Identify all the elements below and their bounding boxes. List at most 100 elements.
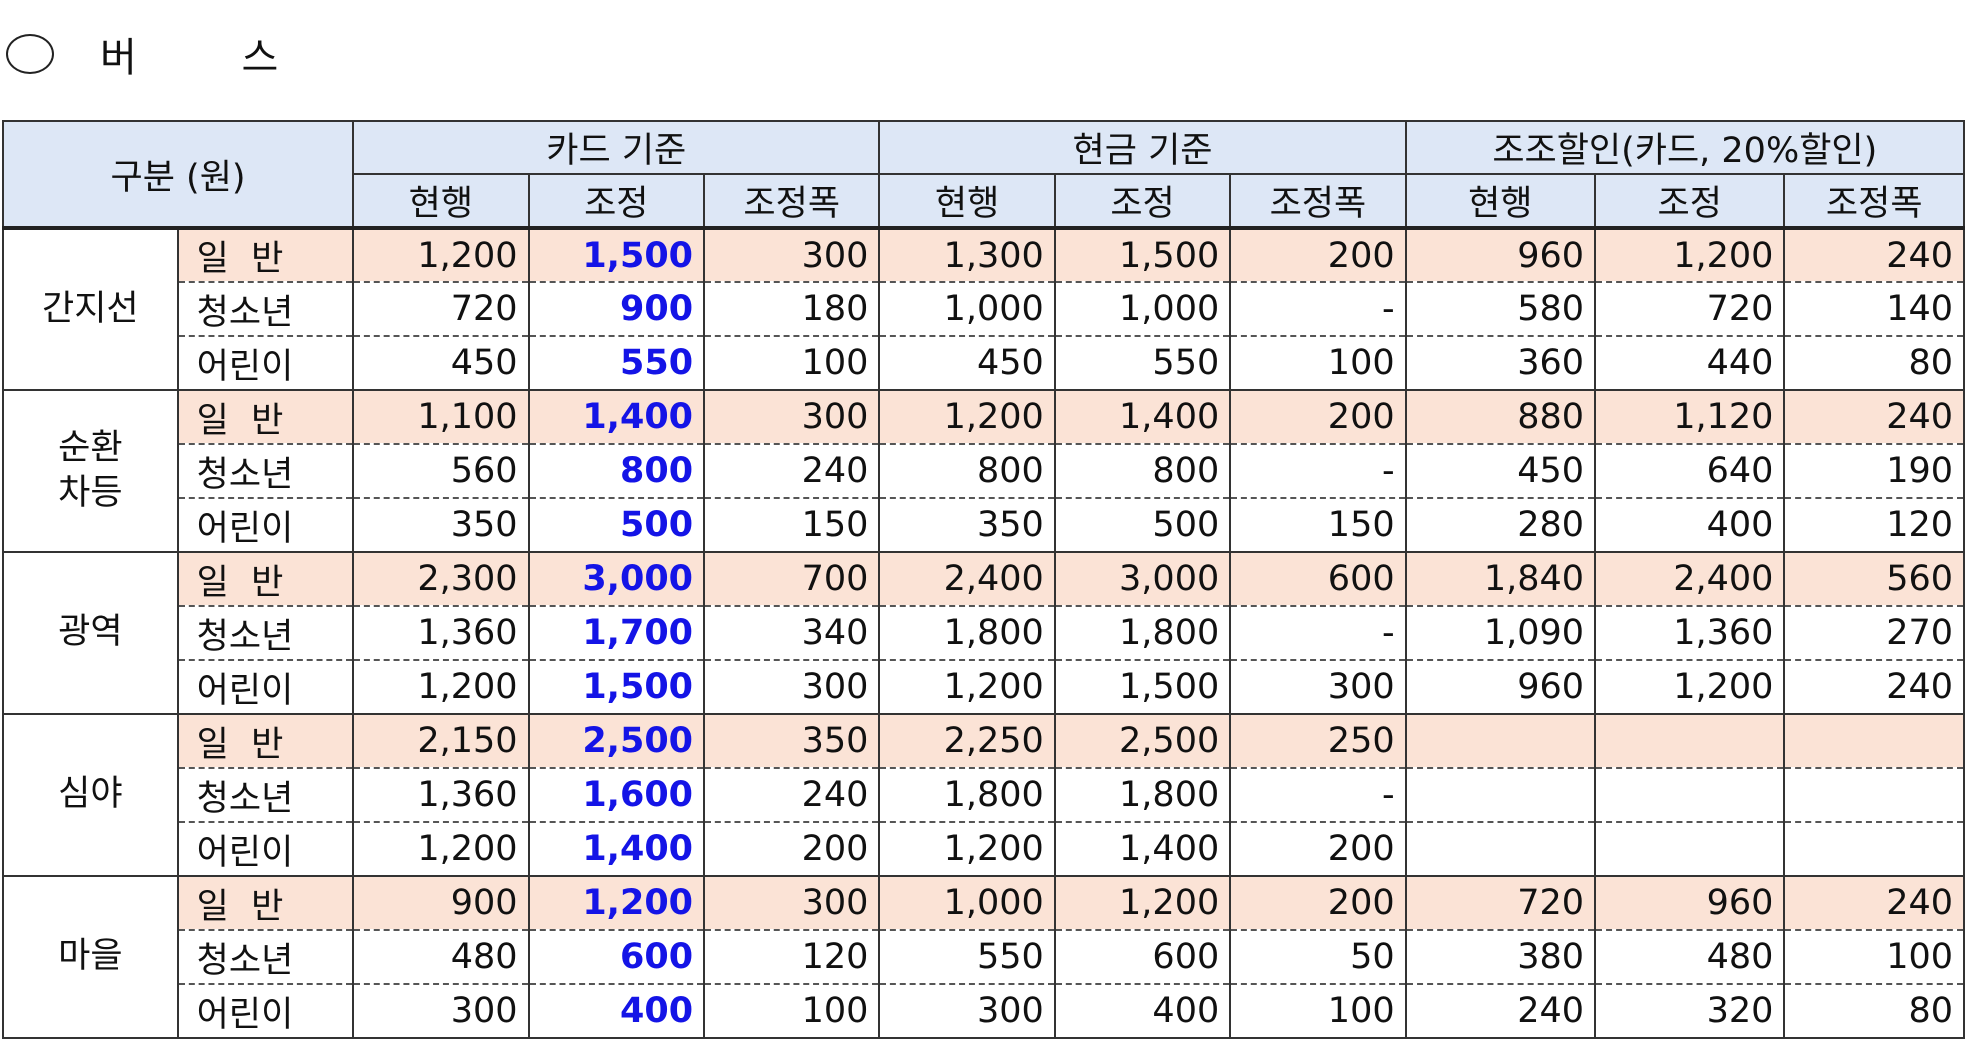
rider-type-cell: 어린이 [176,660,355,715]
table-row: 청소년 480 600 120 550 600 50 380 480 100 [3,930,1965,985]
fare-cell: 300 [352,984,530,1039]
fare-cell: 190 [1783,444,1965,499]
fare-cell: 100 [1229,984,1407,1039]
fare-cell: - [1229,606,1407,661]
fare-cell: 550 [878,930,1056,985]
fare-cell: 2,500 [527,714,706,769]
header-group-card: 카드 기준 [352,120,881,175]
fare-cell: 50 [1229,930,1407,985]
fare-cell: 960 [1404,660,1597,715]
fare-cell: 1,840 [1404,552,1597,607]
fare-cell: 800 [1053,444,1232,499]
fare-cell: 1,120 [1594,390,1786,445]
fare-cell: 100 [703,984,881,1039]
fare-cell: 550 [1053,336,1232,391]
fare-cell: 960 [1594,876,1786,931]
table-row: 어린이 350 500 150 350 500 150 280 400 120 [3,498,1965,553]
table-row: 청소년 1,360 1,700 340 1,800 1,800-1,090 1,360 270 [3,606,1965,661]
circle-bullet-icon [6,34,54,74]
fare-cell: 150 [1229,498,1407,553]
fare-cell: - [1229,282,1407,337]
fare-cell: 350 [703,714,881,769]
fare-cell: 600 [1229,552,1407,607]
fare-cell: 1,500 [1053,660,1232,715]
fare-cell: 720 [1594,282,1786,337]
fare-cell [1783,714,1965,769]
fare-cell: 580 [1404,282,1597,337]
fare-cell: 300 [703,660,881,715]
fare-cell: - [1229,444,1407,499]
section-title-text: 버 스 [100,35,325,81]
rider-type-cell: 청소년 [176,768,355,823]
fare-cell [1783,822,1965,877]
header-sub: 현행 [1404,173,1597,230]
fare-cell: 380 [1404,930,1597,985]
fare-cell: 180 [703,282,881,337]
table-row: 광역 일 반 2,300 3,000 700 2,400 3,000 600 1,840 2,40… [2,552,1965,715]
fare-cell: 120 [703,930,881,985]
fare-cell: 2,250 [878,714,1056,769]
rider-type-cell: 청소년 [176,282,355,337]
rider-type-cell: 일 반 [176,714,355,769]
fare-cell: 320 [1594,984,1786,1039]
rider-type-cell: 일 반 [176,876,355,931]
fare-cell: 2,150 [352,714,530,769]
fare-cell: 300 [703,390,881,445]
rider-type-cell: 청소년 [176,444,355,499]
fare-cell: 1,000 [878,876,1056,931]
fare-cell: 240 [1783,876,1965,931]
fare-cell: 600 [527,930,706,985]
fare-cell: 560 [352,444,530,499]
fare-cell: 1,360 [352,606,530,661]
fare-cell: 1,200 [527,876,706,931]
fare-cell: 240 [703,444,881,499]
fare-cell: 120 [1783,498,1965,553]
fare-cell: 450 [1404,444,1597,499]
fare-cell: 350 [878,498,1056,553]
fare-cell: 1,800 [1053,768,1232,823]
fare-cell: 150 [703,498,881,553]
fare-cell: 1,200 [878,822,1056,877]
fare-cell: 400 [1053,984,1232,1039]
fare-cell: 1,200 [1594,660,1786,715]
fare-cell: 1,400 [527,390,706,445]
fare-cell: 1,500 [1053,228,1232,283]
table-row: 간지선 일 반 1,200 1,500 300 1,300 1,500 200 960 1,200… [2,228,1965,391]
rider-type-cell: 일 반 [176,228,355,283]
fare-cell [1594,768,1786,823]
fare-cell: 900 [527,282,706,337]
fare-cell [1783,768,1965,823]
fare-cell: 640 [1594,444,1786,499]
fare-cell: 80 [1783,336,1965,391]
fare-cell: 240 [703,768,881,823]
fare-cell: 240 [1783,390,1965,445]
fare-cell: 100 [703,336,881,391]
rider-type-cell: 어린이 [176,498,355,553]
fare-cell: 600 [1053,930,1232,985]
fare-cell: 100 [1783,930,1965,985]
fare-cell: 1,200 [1594,228,1786,283]
fare-cell [1594,822,1786,877]
fare-cell: 240 [1783,660,1965,715]
table-header: 구분 (원) 카드 기준 현금 기준 조조할인(카드, 20%할인) 현행 조정… [1,120,1965,230]
fare-cell: 240 [1404,984,1597,1039]
table-row: 심야 일 반 2,150 2,500 350 2,250 2,500 250 [2,714,1965,877]
fare-cell: 200 [1229,822,1407,877]
fare-cell: 80 [1783,984,1965,1039]
fare-cell: 1,000 [878,282,1056,337]
fare-cell: 800 [527,444,706,499]
fare-cell: 200 [1229,228,1407,283]
fare-cell: 400 [1594,498,1786,553]
fare-cell: 440 [1594,336,1786,391]
fare-cell: 800 [878,444,1056,499]
table-row: 어린이 1,200 1,500 300 1,200 1,500 300 960 1,200 240 [3,660,1965,715]
fare-cell: 960 [1404,228,1597,283]
fare-cell: 270 [1783,606,1965,661]
fare-cell: 560 [1783,552,1965,607]
fare-cell: 1,500 [527,228,706,283]
fare-cell: 250 [1229,714,1407,769]
header-sub: 조정 [527,173,706,230]
fare-cell: 1,400 [1053,390,1232,445]
fare-cell: 1,200 [352,228,530,283]
fare-cell: 1,200 [1053,876,1232,931]
